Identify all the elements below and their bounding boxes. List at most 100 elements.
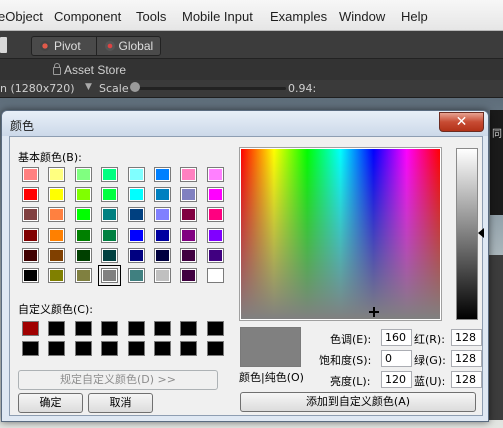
basic-color-swatch[interactable] [22,207,39,223]
basic-color-swatch[interactable] [180,247,198,263]
basic-color-swatch[interactable] [74,227,92,243]
basic-color-swatch[interactable] [154,227,171,243]
basic-color-swatch[interactable] [206,247,224,263]
menu-tools[interactable]: Tools [136,9,166,24]
basic-color-swatch[interactable] [127,187,145,203]
green-label: 绿(G): [414,354,446,367]
blue-label: 蓝(U): [414,375,446,388]
basic-color-swatch[interactable] [74,207,92,223]
cancel-button[interactable]: 取消 [88,393,153,413]
basic-color-swatch[interactable] [48,167,66,182]
basic-color-swatch[interactable] [74,268,92,283]
custom-color-swatch[interactable] [48,341,66,356]
basic-color-swatch[interactable] [48,247,66,263]
basic-color-swatch[interactable] [127,227,145,243]
green-field[interactable]: 128 [451,350,482,367]
luminance-label: 亮度(L): [330,375,371,388]
lock-icon[interactable] [53,63,61,75]
basic-color-swatch[interactable] [127,167,145,182]
global-button[interactable]: Global [95,37,161,55]
custom-color-swatch[interactable] [206,341,224,356]
basic-color-swatch[interactable] [206,187,224,203]
custom-color-swatch[interactable] [22,341,39,356]
luminance-field[interactable]: 120 [381,371,412,388]
saturation-field[interactable]: 0 [381,350,412,367]
dialog-title-bar[interactable]: 颜色 ✕ [2,111,488,136]
dropdown-arrow-icon: ▼ [85,82,92,92]
close-button[interactable]: ✕ [439,112,484,132]
basic-color-swatch[interactable] [22,268,39,283]
basic-color-swatch[interactable] [22,227,39,243]
basic-color-swatch[interactable] [206,268,224,283]
resolution-dropdown[interactable]: n (1280x720) [0,82,75,95]
menu-help[interactable]: Help [401,9,428,24]
scale-slider-track[interactable] [136,87,286,90]
basic-color-swatch[interactable] [48,268,66,283]
basic-color-swatch[interactable] [180,268,198,283]
basic-color-swatch[interactable] [48,207,66,223]
basic-color-swatch[interactable] [206,207,224,223]
pivot-button[interactable]: Pivot [32,37,96,55]
asset-store-tab[interactable]: Asset Store [64,63,126,77]
basic-color-swatch[interactable] [154,268,171,283]
basic-color-swatch[interactable] [101,167,119,182]
basic-color-swatch[interactable] [180,207,198,223]
basic-color-swatch[interactable] [180,167,198,182]
custom-color-swatch[interactable] [180,341,198,356]
custom-color-swatch[interactable] [127,341,145,356]
custom-color-swatch[interactable] [154,341,171,356]
custom-color-swatch[interactable] [74,321,92,336]
hue-field[interactable]: 160 [381,329,412,346]
luminance-arrow-icon[interactable] [478,228,484,238]
custom-color-swatch[interactable] [22,321,39,336]
basic-color-swatch[interactable] [48,187,66,203]
define-custom-colors-button[interactable]: 规定自定义颜色(D) >> [18,370,218,390]
basic-color-swatch[interactable] [22,187,39,203]
scale-slider-thumb[interactable] [130,82,140,92]
custom-color-swatch[interactable] [127,321,145,336]
basic-color-swatch[interactable] [180,187,198,203]
basic-color-swatch[interactable] [74,167,92,182]
hue-saturation-spectrum[interactable] [239,147,442,321]
inspector-edge-text: 同 [492,129,502,140]
basic-color-swatch[interactable] [22,247,39,263]
basic-color-swatch[interactable] [180,227,198,243]
basic-color-swatch[interactable] [22,167,39,182]
menu-gameobject[interactable]: eObject [0,9,43,24]
add-to-custom-colors-button[interactable]: 添加到自定义颜色(A) [240,392,476,412]
basic-color-swatch[interactable] [154,247,171,263]
menu-component[interactable]: Component [54,9,121,24]
basic-color-swatch[interactable] [127,268,145,283]
red-field[interactable]: 128 [451,329,482,346]
custom-color-swatch[interactable] [74,341,92,356]
custom-color-swatch[interactable] [101,321,119,336]
custom-color-swatch[interactable] [206,321,224,336]
menu-examples[interactable]: Examples [270,9,327,24]
basic-color-swatch[interactable] [154,187,171,203]
basic-color-swatch[interactable] [101,207,119,223]
custom-color-swatch[interactable] [180,321,198,336]
basic-color-swatch[interactable] [101,247,119,263]
basic-color-swatch[interactable] [154,167,171,182]
basic-color-swatch[interactable] [101,227,119,243]
luminance-bar[interactable] [456,148,478,320]
basic-color-swatch[interactable] [206,227,224,243]
custom-color-swatch[interactable] [101,341,119,356]
ok-button[interactable]: 确定 [18,393,83,413]
basic-color-swatch[interactable] [101,187,119,203]
menu-window[interactable]: Window [339,9,385,24]
pivot-label: Pivot [54,39,81,53]
basic-color-swatch[interactable] [127,247,145,263]
basic-color-swatch[interactable] [127,207,145,223]
basic-color-swatch[interactable] [206,167,224,182]
basic-color-swatch[interactable] [74,187,92,203]
basic-color-swatch[interactable] [154,207,171,223]
custom-color-swatch[interactable] [154,321,171,336]
basic-color-swatch[interactable] [98,265,122,286]
transform-tool-button[interactable] [0,37,7,53]
custom-color-swatch[interactable] [48,321,66,336]
basic-color-swatch[interactable] [48,227,66,243]
menu-mobile-input[interactable]: Mobile Input [182,9,253,24]
blue-field[interactable]: 128 [451,371,482,388]
basic-color-swatch[interactable] [74,247,92,263]
